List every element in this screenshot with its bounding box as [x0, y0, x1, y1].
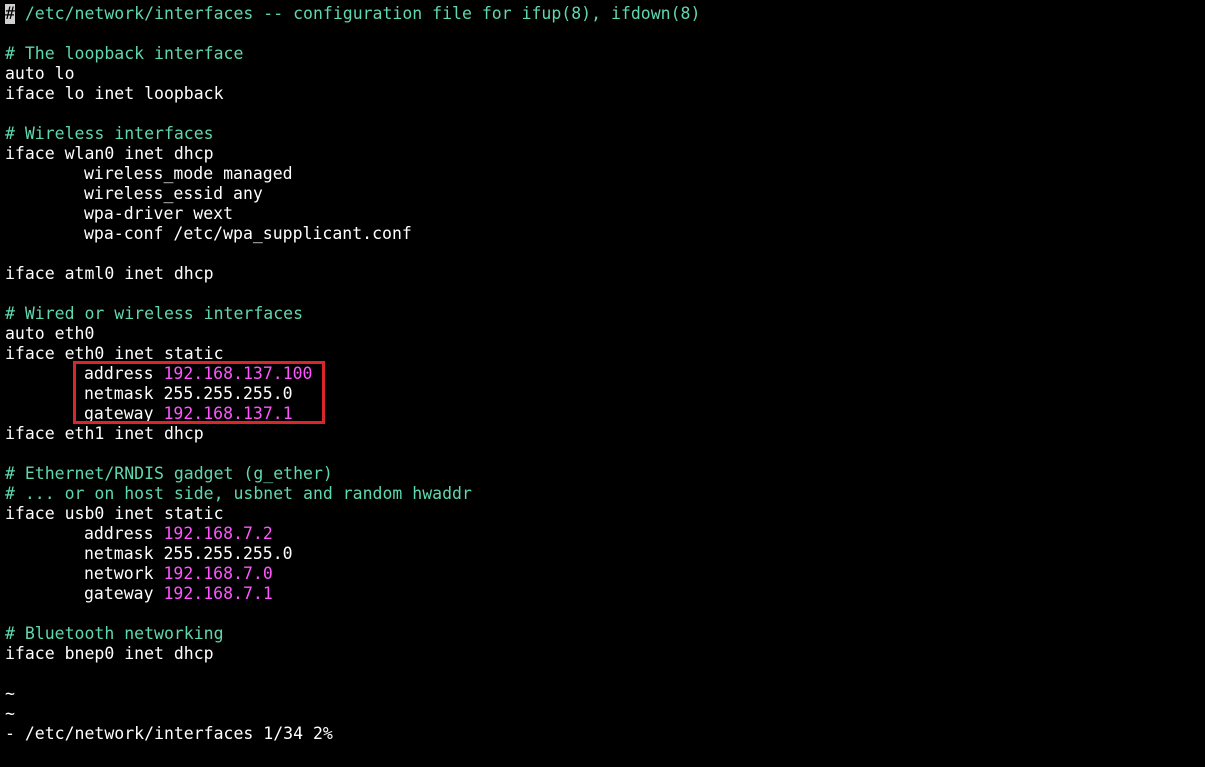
line-wireless-essid: wireless_essid any [5, 184, 1200, 204]
line-iface-usb0: iface usb0 inet static [5, 504, 224, 523]
file-header-line: # /etc/network/interfaces -- configurati… [5, 4, 1200, 24]
comment-bluetooth: # Bluetooth networking [5, 624, 224, 643]
usb0-address-value: 192.168.7.2 [163, 524, 273, 543]
line-usb0-address: address 192.168.7.2 [5, 524, 1200, 544]
wpa-driver-text: wpa-driver wext [84, 204, 234, 223]
line-iface-atml0: iface atml0 inet dhcp [5, 264, 214, 283]
line-usb0-network: network 192.168.7.0 [5, 564, 1200, 584]
comment-host-side: # ... or on host side, usbnet and random… [5, 484, 472, 503]
comment-wired-or-wireless: # Wired or wireless interfaces [5, 304, 304, 323]
line-iface-wlan0: iface wlan0 inet dhcp [5, 144, 214, 163]
text-cursor: # [5, 4, 15, 24]
wpa-conf-text: wpa-conf /etc/wpa_supplicant.conf [84, 224, 412, 243]
line-iface-lo: iface lo inet loopback [5, 84, 224, 103]
usb0-network-value: 192.168.7.0 [163, 564, 273, 583]
usb0-netmask-text: netmask 255.255.255.0 [84, 544, 293, 563]
status-line: - /etc/network/interfaces 1/34 2% [5, 724, 333, 743]
comment-wireless: # Wireless interfaces [5, 124, 214, 143]
usb0-network-key: network [84, 564, 164, 583]
header-comment: /etc/network/interfaces -- configuration… [14, 4, 701, 23]
line-wpa-driver: wpa-driver wext [5, 204, 1200, 224]
empty-buffer-tilde: ~ [5, 704, 15, 723]
line-wireless-mode: wireless_mode managed [5, 164, 1200, 184]
eth0-static-config-highlight [73, 361, 325, 424]
wireless-mode-text: wireless_mode managed [84, 164, 293, 183]
usb0-gateway-value: 192.168.7.1 [163, 584, 273, 603]
usb0-address-key: address [84, 524, 164, 543]
comment-ethernet-rndis: # Ethernet/RNDIS gadget (g_ether) [5, 464, 333, 483]
line-auto-lo: auto lo [5, 64, 75, 83]
line-iface-bnep0: iface bnep0 inet dhcp [5, 644, 214, 663]
line-usb0-gateway: gateway 192.168.7.1 [5, 584, 1200, 604]
line-iface-eth1: iface eth1 inet dhcp [5, 424, 204, 443]
wireless-essid-text: wireless_essid any [84, 184, 263, 203]
empty-buffer-tilde: ~ [5, 684, 15, 703]
comment-loopback: # The loopback interface [5, 44, 244, 63]
usb0-gateway-key: gateway [84, 584, 164, 603]
line-wpa-conf: wpa-conf /etc/wpa_supplicant.conf [5, 224, 1200, 244]
line-auto-eth0: auto eth0 [5, 324, 95, 343]
line-usb0-netmask: netmask 255.255.255.0 [5, 544, 1200, 564]
